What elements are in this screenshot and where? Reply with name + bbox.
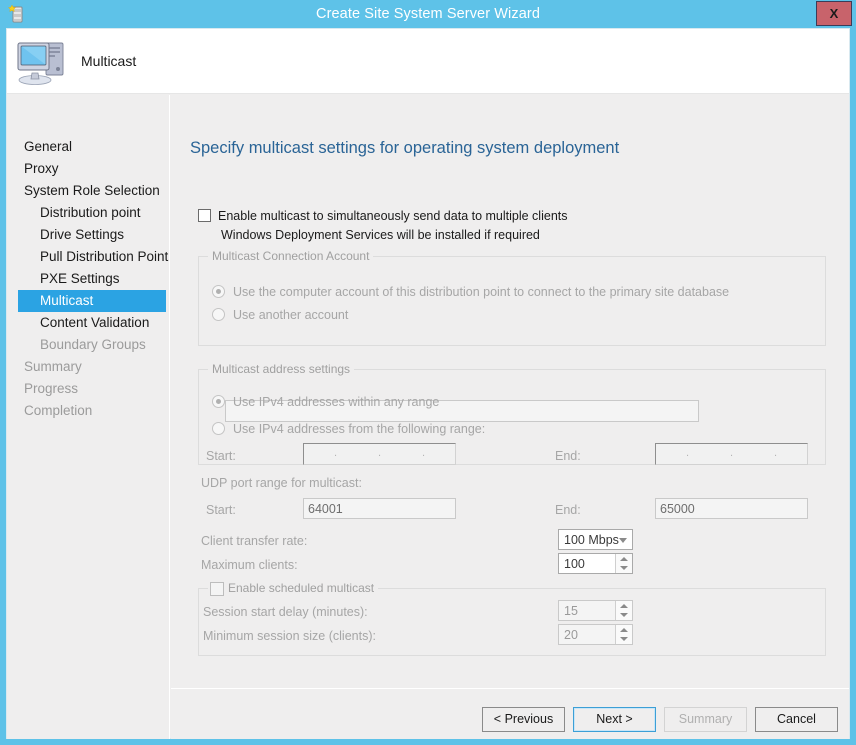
- nav-item-pxe-settings[interactable]: PXE Settings: [18, 268, 166, 290]
- main-panel: Specify multicast settings for operating…: [171, 95, 849, 687]
- udp-end-label: End:: [555, 503, 581, 517]
- stepper-down-icon[interactable]: [616, 564, 632, 574]
- stepper-down-icon[interactable]: [616, 635, 632, 645]
- ip-separator-dots: ...: [333, 447, 426, 459]
- wizard-footer: < Previous Next > Summary Cancel: [171, 688, 849, 739]
- radio-any-range-row[interactable]: Use IPv4 addresses within any range: [212, 393, 439, 411]
- nav-item-completion[interactable]: Completion: [18, 400, 166, 422]
- nav-item-multicast[interactable]: Multicast: [18, 290, 166, 312]
- enable-multicast-label: Enable multicast to simultaneously send …: [218, 209, 568, 223]
- page-title: Specify multicast settings for operating…: [190, 139, 620, 157]
- ip-separator-dots: ...: [685, 447, 778, 459]
- nav-item-progress[interactable]: Progress: [18, 378, 166, 400]
- address-start-label: Start:: [206, 449, 236, 463]
- wizard-window: Create Site System Server Wizard X Multi…: [0, 0, 856, 745]
- next-button[interactable]: Next >: [573, 707, 656, 732]
- maximum-clients-label: Maximum clients:: [201, 558, 298, 572]
- client-transfer-rate-value: 100 Mbps: [564, 533, 619, 547]
- nav-item-drive-settings[interactable]: Drive Settings: [18, 224, 166, 246]
- summary-button: Summary: [664, 707, 747, 732]
- radio-any-range[interactable]: [212, 395, 225, 408]
- wizard-navigation: General Proxy System Role Selection Dist…: [7, 95, 170, 739]
- minimum-session-size-label: Minimum session size (clients):: [203, 629, 376, 643]
- stepper-up-icon[interactable]: [616, 625, 632, 635]
- stepper-buttons[interactable]: [615, 554, 632, 573]
- enable-multicast-checkbox[interactable]: [198, 209, 211, 222]
- minimum-session-size-stepper[interactable]: 20: [558, 624, 633, 645]
- cancel-button[interactable]: Cancel: [755, 707, 838, 732]
- udp-start-input[interactable]: 64001: [303, 498, 456, 519]
- minimum-session-size-value: 20: [564, 628, 578, 642]
- stepper-buttons[interactable]: [615, 601, 632, 620]
- nav-item-boundary-groups[interactable]: Boundary Groups: [18, 334, 166, 356]
- udp-start-label: Start:: [206, 503, 236, 517]
- stepper-buttons[interactable]: [615, 625, 632, 644]
- enable-scheduled-multicast-checkbox[interactable]: [210, 582, 224, 596]
- window-title: Create Site System Server Wizard: [316, 6, 540, 22]
- address-end-label: End:: [555, 449, 581, 463]
- stepper-up-icon[interactable]: [616, 554, 632, 564]
- title-bar: Create Site System Server Wizard X: [0, 0, 856, 28]
- radio-computer-account-row[interactable]: Use the computer account of this distrib…: [212, 283, 729, 301]
- multicast-connection-account-group: Multicast Connection Account: [198, 249, 826, 346]
- nav-item-summary[interactable]: Summary: [18, 356, 166, 378]
- session-start-delay-value: 15: [564, 604, 578, 618]
- client-transfer-rate-label: Client transfer rate:: [201, 534, 308, 548]
- wizard-banner: Multicast: [7, 29, 849, 94]
- computer-icon: [17, 42, 64, 85]
- stepper-down-icon[interactable]: [616, 611, 632, 621]
- radio-following-range-row[interactable]: Use IPv4 addresses from the following ra…: [212, 420, 485, 438]
- udp-port-range-title: UDP port range for multicast:: [201, 476, 362, 490]
- wds-note: Windows Deployment Services will be inst…: [221, 228, 540, 242]
- previous-button[interactable]: < Previous: [482, 707, 565, 732]
- address-end-input[interactable]: ...: [655, 443, 808, 465]
- nav-item-pull-distribution-point[interactable]: Pull Distribution Point: [18, 246, 168, 268]
- radio-following-range-label: Use IPv4 addresses from the following ra…: [233, 422, 486, 436]
- scheduled-multicast-group: Enable scheduled multicast: [198, 581, 826, 656]
- radio-another-account-row[interactable]: Use another account: [212, 306, 348, 324]
- multicast-connection-account-title: Multicast Connection Account: [208, 249, 374, 263]
- nav-item-content-validation[interactable]: Content Validation: [18, 312, 166, 334]
- close-icon[interactable]: X: [816, 1, 852, 26]
- multicast-address-settings-title: Multicast address settings: [208, 362, 355, 376]
- maximum-clients-value: 100: [564, 557, 585, 571]
- scheduled-multicast-title: Enable scheduled multicast: [208, 581, 379, 595]
- radio-another-account[interactable]: [212, 308, 225, 321]
- radio-computer-account[interactable]: [212, 285, 225, 298]
- chevron-down-icon: [619, 537, 627, 543]
- radio-another-account-label: Use another account: [233, 308, 349, 322]
- client-area: Multicast General Proxy System Role Sele…: [6, 28, 850, 739]
- address-start-input[interactable]: ...: [303, 443, 456, 465]
- nav-item-proxy[interactable]: Proxy: [18, 158, 166, 180]
- radio-computer-account-label: Use the computer account of this distrib…: [233, 285, 730, 299]
- nav-item-general[interactable]: General: [18, 136, 166, 158]
- radio-any-range-label: Use IPv4 addresses within any range: [233, 395, 440, 409]
- radio-following-range[interactable]: [212, 422, 225, 435]
- nav-item-system-role-selection[interactable]: System Role Selection: [18, 180, 166, 202]
- udp-end-input[interactable]: 65000: [655, 498, 808, 519]
- client-transfer-rate-select[interactable]: 100 Mbps: [558, 529, 633, 550]
- enable-multicast-row[interactable]: Enable multicast to simultaneously send …: [198, 207, 568, 225]
- maximum-clients-stepper[interactable]: 100: [558, 553, 633, 574]
- nav-item-distribution-point[interactable]: Distribution point: [18, 202, 166, 224]
- banner-title: Multicast: [81, 53, 137, 69]
- session-start-delay-label: Session start delay (minutes):: [203, 605, 368, 619]
- session-start-delay-stepper[interactable]: 15: [558, 600, 633, 621]
- stepper-up-icon[interactable]: [616, 601, 632, 611]
